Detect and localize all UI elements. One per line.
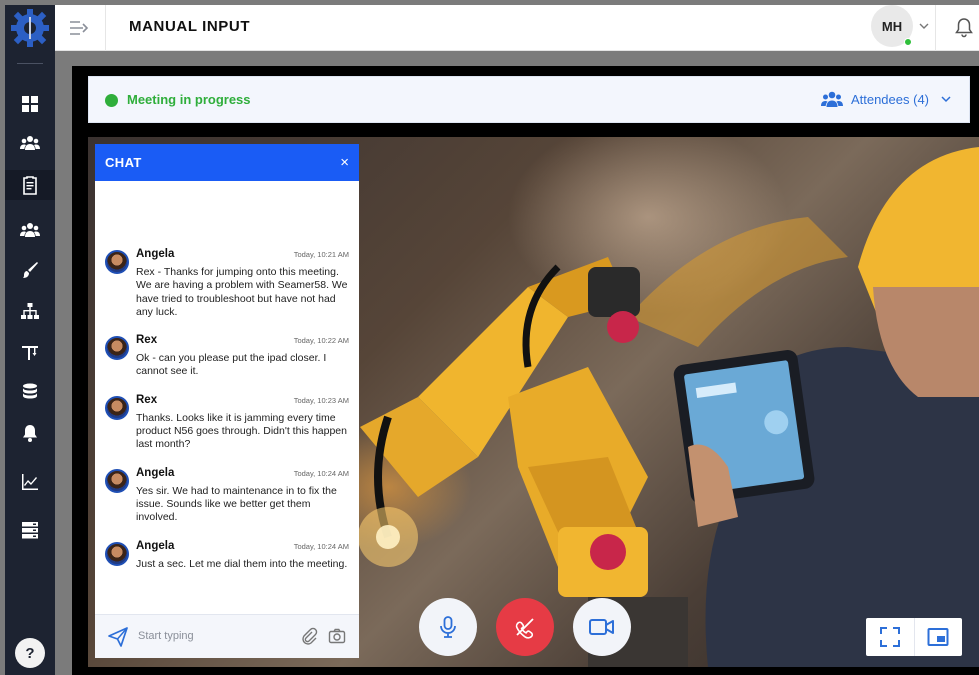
user-initials: MH (881, 18, 903, 34)
sidebar: ? (5, 5, 55, 675)
chat-composer[interactable]: Start typing (95, 614, 359, 658)
meeting-status-dot (105, 94, 118, 107)
message-text: Rex - Thanks for jumping onto this meeti… (136, 266, 348, 318)
sidebar-item-dashboard[interactable] (5, 89, 55, 119)
message-sender: Rex (136, 334, 158, 347)
brush-icon (23, 262, 38, 278)
chat-title: CHAT (105, 155, 142, 170)
header-divider-right (935, 5, 936, 51)
avatar (105, 468, 129, 493)
chevron-down-icon (941, 96, 951, 103)
message-sender: Rex (136, 393, 158, 406)
fullscreen-button[interactable] (866, 618, 914, 656)
sidebar-item-crane[interactable] (5, 337, 55, 367)
message-sender: Angela (136, 248, 175, 260)
chat-message: Angela Today, 10:24 AM Yes sir. We had t… (95, 467, 359, 525)
sidebar-item-manual-input[interactable] (5, 170, 55, 200)
clipboard-icon (23, 176, 37, 195)
message-time: Today, 10:24 AM (293, 541, 349, 551)
microphone-button[interactable] (419, 598, 477, 656)
sidebar-item-hierarchy[interactable] (5, 296, 55, 326)
message-sender: Angela (136, 539, 175, 552)
message-time: Today, 10:22 AM (293, 336, 349, 346)
top-header: MANUAL INPUT MH (55, 5, 979, 51)
chat-message: Angela Today, 10:24 AM Just a sec. Let m… (95, 540, 359, 571)
sidebar-item-database[interactable] (5, 377, 55, 407)
message-sender: Angela (136, 466, 175, 479)
dashboard-icon (22, 96, 38, 112)
sidebar-item-users[interactable] (5, 128, 55, 158)
picture-in-picture-button[interactable] (913, 618, 963, 656)
online-status-dot (904, 38, 912, 46)
chevron-down-icon[interactable] (917, 19, 931, 33)
sidebar-toggle-button[interactable] (67, 16, 91, 40)
help-button[interactable]: ? (15, 638, 45, 668)
message-text: Thanks. Looks like it is jamming every t… (136, 411, 347, 451)
page-title: MANUAL INPUT (129, 18, 251, 35)
video-camera-icon (589, 619, 614, 635)
avatar (105, 395, 129, 420)
hang-up-icon (515, 618, 534, 639)
attendees-icon (820, 91, 843, 107)
collapse-menu-icon (70, 21, 89, 35)
end-call-button[interactable] (496, 598, 554, 656)
sidebar-item-team[interactable] (5, 215, 55, 245)
notification-bell-icon[interactable] (953, 16, 975, 38)
avatar (105, 336, 129, 361)
attendees-dropdown[interactable]: Attendees (4) (820, 90, 955, 108)
sidebar-item-brush[interactable] (5, 255, 55, 285)
message-text: Yes sir. We had to maintenance in to fix… (136, 484, 337, 524)
video-toggle-button[interactable] (573, 598, 631, 656)
sidebar-divider (17, 63, 43, 64)
message-time: Today, 10:23 AM (293, 395, 349, 405)
bell-icon (23, 425, 37, 442)
meeting-status-bar: Meeting in progress Attendees (4) (88, 76, 970, 123)
message-time: Today, 10:21 AM (293, 250, 349, 259)
microphone-icon (440, 616, 456, 638)
message-text: Ok - can you please put the ipad closer.… (136, 352, 327, 378)
team-icon (20, 223, 40, 237)
chat-message: Rex Today, 10:23 AM Thanks. Looks like i… (95, 394, 359, 452)
sidebar-item-notifications[interactable] (5, 418, 55, 448)
view-controls (866, 618, 962, 656)
hierarchy-icon (21, 303, 39, 319)
paperclip-icon[interactable] (300, 627, 318, 645)
user-avatar[interactable]: MH (871, 5, 913, 47)
attendees-label: Attendees (4) (850, 91, 929, 107)
chat-message: Rex Today, 10:22 AM Ok - can you please … (95, 334, 359, 379)
chat-input-placeholder[interactable]: Start typing (138, 630, 194, 642)
avatar (105, 250, 129, 274)
meeting-status-text: Meeting in progress (127, 92, 251, 107)
fullscreen-icon (879, 627, 900, 647)
message-time: Today, 10:24 AM (293, 468, 349, 478)
chat-header: CHAT × (95, 144, 359, 181)
camera-icon[interactable] (328, 627, 346, 645)
chat-close-button[interactable]: × (340, 154, 349, 171)
crane-icon (22, 346, 38, 360)
picture-in-picture-icon (927, 628, 949, 646)
send-icon[interactable] (107, 626, 129, 648)
server-icon (22, 522, 38, 539)
header-divider (105, 5, 106, 51)
chat-message-list: Angela Today, 10:21 AM Rex - Thanks for … (95, 248, 359, 586)
chart-icon (22, 474, 38, 490)
sidebar-item-analytics[interactable] (5, 467, 55, 497)
users-icon (20, 136, 40, 150)
database-icon (23, 383, 37, 399)
message-text: Just a sec. Let me dial them into the me… (136, 557, 348, 570)
chat-message: Angela Today, 10:21 AM Rex - Thanks for … (95, 248, 359, 319)
chat-panel: CHAT × Angela Today, 10:21 AM Rex - Than… (95, 144, 359, 658)
gear-logo-icon[interactable] (9, 7, 51, 49)
sidebar-item-servers[interactable] (5, 515, 55, 545)
avatar (105, 541, 129, 566)
